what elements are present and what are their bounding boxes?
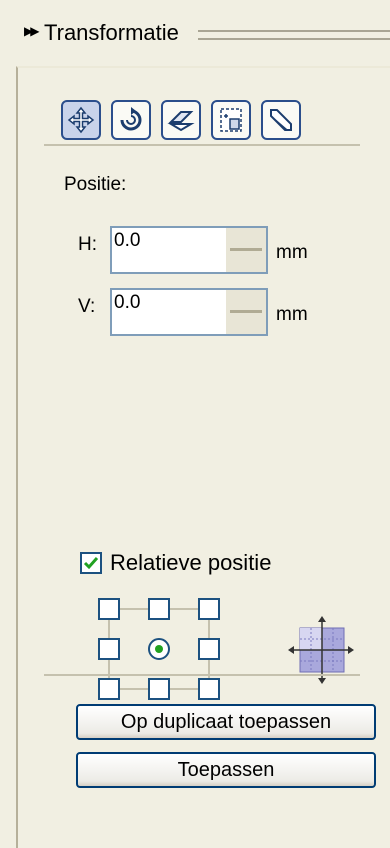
anchor-middle-right[interactable] [198,638,220,660]
size-mode-button[interactable] [211,100,251,140]
anchor-top-right[interactable] [198,598,220,620]
anchor-top-center[interactable] [148,598,170,620]
v-unit: mm [276,304,308,325]
double-arrow-icon[interactable]: ▶▶ [24,24,40,38]
checkmark-icon [83,557,99,570]
mirror-mode-button[interactable] [161,100,201,140]
mirror-icon [167,111,195,132]
anchor-grid [98,598,228,708]
rotate-mode-button[interactable] [111,100,151,140]
h-position-input[interactable] [114,230,222,252]
docker-title-bar: ▶▶ Transformatie [0,0,390,66]
h-unit: mm [276,242,308,263]
v-position-field[interactable] [110,288,268,336]
h-label: H: [78,234,97,255]
relative-position-checkbox[interactable] [80,552,102,574]
anchor-bottom-center[interactable] [148,678,170,700]
anchor-bottom-left[interactable] [98,678,120,700]
v-label: V: [78,296,96,317]
apply-button[interactable]: Toepassen [76,752,376,788]
transform-panel: Positie: H: mm V: mm Relatieve positie [16,66,390,848]
separator [44,144,360,146]
anchor-middle-left[interactable] [98,638,120,660]
title-grip-lines [198,30,390,40]
v-spinner[interactable] [226,290,266,334]
separator [44,674,360,676]
v-position-input[interactable] [114,292,222,314]
h-spinner[interactable] [226,228,266,272]
h-position-field[interactable] [110,226,268,274]
relative-position-label[interactable]: Relatieve positie [110,550,271,576]
skew-icon [270,109,292,131]
apply-to-duplicate-button[interactable]: Op duplicaat toepassen [76,704,376,740]
rotate-icon [120,107,142,131]
anchor-top-left[interactable] [98,598,120,620]
size-icon [220,108,242,132]
skew-mode-button[interactable] [261,100,301,140]
anchor-bottom-right[interactable] [198,678,220,700]
position-mode-button[interactable] [61,100,101,140]
position-heading: Positie: [64,174,127,195]
docker-title: Transformatie [44,20,179,45]
position-icon [67,106,95,134]
anchor-center-radio[interactable] [148,638,170,660]
